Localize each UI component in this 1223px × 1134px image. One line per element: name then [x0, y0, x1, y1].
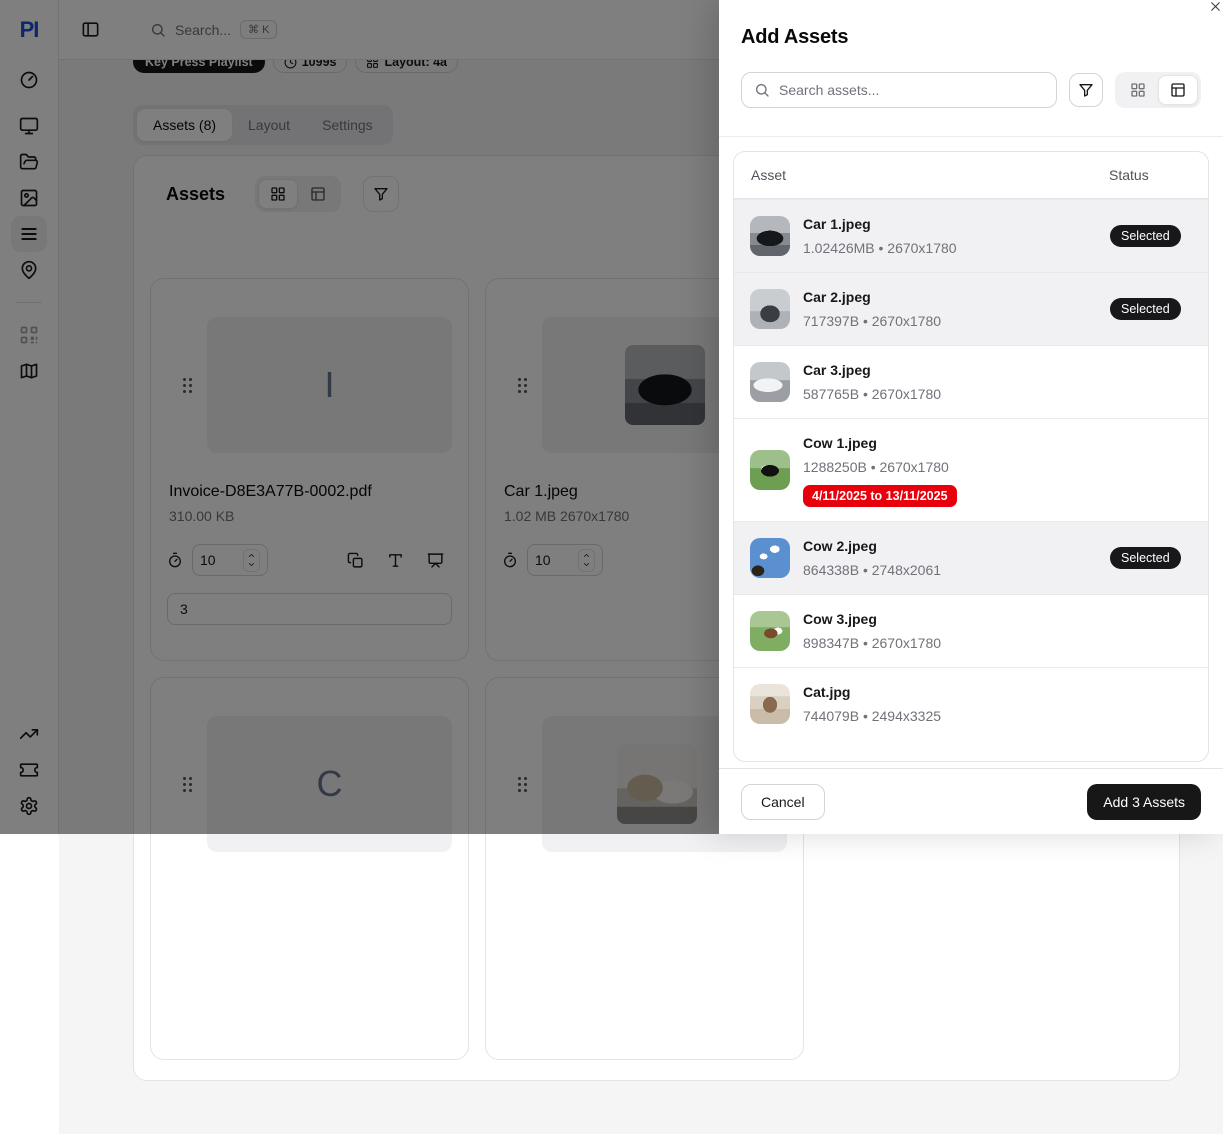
asset-name: Cow 1.jpeg	[803, 433, 1110, 453]
drawer-view-toggle	[1115, 72, 1201, 108]
asset-name: Car 3.jpeg	[803, 360, 1110, 380]
asset-thumbnail	[750, 538, 790, 578]
table-row[interactable]: Cat.jpg 744079B • 2494x3325	[734, 667, 1208, 740]
drawer-title: Add Assets	[741, 24, 1201, 50]
drawer-filter-button[interactable]	[1069, 73, 1103, 107]
asset-meta: 587765B • 2670x1780	[803, 384, 1110, 404]
drawer-footer: Cancel Add 3 Assets	[719, 768, 1223, 834]
asset-thumbnail	[750, 450, 790, 490]
status-badge: Selected	[1110, 298, 1181, 320]
date-range-badge: 4/11/2025 to 13/11/2025	[803, 485, 957, 507]
asset-thumbnail	[750, 289, 790, 329]
table-row[interactable]: Car 3.jpeg 587765B • 2670x1780	[734, 345, 1208, 418]
column-header-asset: Asset	[751, 167, 1109, 183]
drawer-divider	[719, 136, 1223, 137]
asset-meta: 744079B • 2494x3325	[803, 706, 1110, 726]
filter-icon	[1078, 82, 1094, 98]
asset-table: Asset Status Car 1.jpeg 1.02426MB • 2670…	[733, 151, 1209, 762]
asset-search-input[interactable]	[779, 82, 1044, 98]
table-row[interactable]: Car 2.jpeg 717397B • 2670x1780 Selected	[734, 272, 1208, 345]
asset-thumbnail	[750, 216, 790, 256]
asset-meta: 1.02426MB • 2670x1780	[803, 238, 1110, 258]
asset-meta: 1288250B • 2670x1780	[803, 457, 1110, 477]
table-icon	[1170, 82, 1186, 98]
status-badge: Selected	[1110, 547, 1181, 569]
asset-name: Cat.jpg	[803, 682, 1110, 702]
add-assets-button[interactable]: Add 3 Assets	[1087, 784, 1201, 820]
table-row[interactable]: Car 1.jpeg 1.02426MB • 2670x1780 Selecte…	[734, 199, 1208, 272]
asset-meta: 898347B • 2670x1780	[803, 633, 1110, 653]
table-row[interactable]: Cow 1.jpeg 1288250B • 2670x1780 4/11/202…	[734, 418, 1208, 521]
close-button[interactable]	[1200, 0, 1223, 21]
cancel-button[interactable]: Cancel	[741, 784, 825, 820]
asset-thumbnail	[750, 611, 790, 651]
grid-icon	[1130, 82, 1146, 98]
asset-name: Cow 3.jpeg	[803, 609, 1110, 629]
asset-name: Car 1.jpeg	[803, 214, 1110, 234]
asset-meta: 717397B • 2670x1780	[803, 311, 1110, 331]
asset-table-header: Asset Status	[734, 152, 1208, 199]
column-header-status: Status	[1109, 167, 1191, 183]
asset-search-box[interactable]	[741, 72, 1057, 108]
table-row[interactable]: Cow 3.jpeg 898347B • 2670x1780	[734, 594, 1208, 667]
asset-thumbnail	[750, 362, 790, 402]
close-icon	[1208, 0, 1223, 14]
status-badge: Selected	[1110, 225, 1181, 247]
asset-thumbnail	[750, 684, 790, 724]
search-icon	[754, 82, 770, 98]
drawer-grid-view-button[interactable]	[1118, 75, 1158, 105]
drawer-table-view-button[interactable]	[1158, 75, 1198, 105]
asset-name: Car 2.jpeg	[803, 287, 1110, 307]
add-assets-drawer: Add Assets Asset St	[719, 0, 1223, 834]
table-row[interactable]: Cow 2.jpeg 864338B • 2748x2061 Selected	[734, 521, 1208, 594]
asset-name: Cow 2.jpeg	[803, 536, 1110, 556]
asset-meta: 864338B • 2748x2061	[803, 560, 1110, 580]
